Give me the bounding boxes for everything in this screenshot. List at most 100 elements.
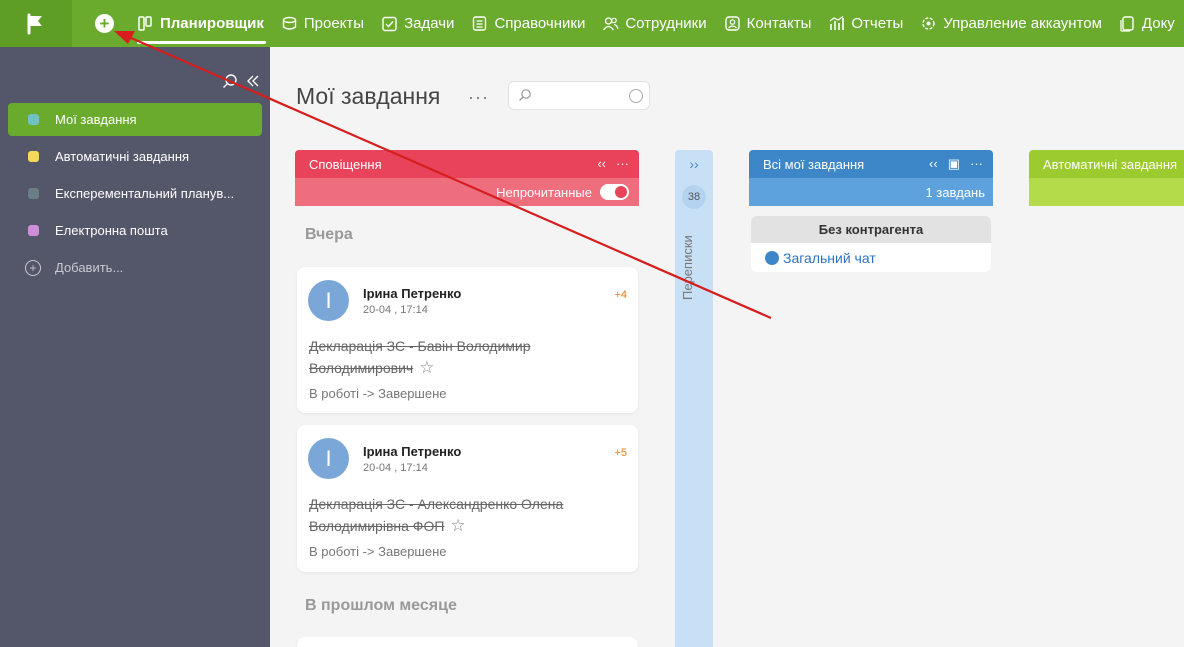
nav-item-employees[interactable]: Сотрудники [602, 0, 707, 47]
contractor-group-card: Без контрагента Загальний чат [751, 216, 991, 272]
nav-item-contacts[interactable]: Контакты [724, 0, 812, 47]
search-input[interactable] [537, 86, 621, 106]
filter-icon[interactable] [629, 89, 643, 103]
search-icon[interactable] [222, 73, 238, 89]
nav-item-reports[interactable]: Отчеты [828, 0, 903, 47]
more-options-icon[interactable]: ··· [970, 156, 983, 172]
nav-label: Управление аккаунтом [943, 15, 1102, 32]
sidebar-item-experimental-planner[interactable]: Експерементальний планув... [8, 177, 262, 210]
contacts-icon [724, 16, 740, 31]
card-author: Ірина Петренко [363, 444, 462, 459]
tasks-icon [382, 16, 397, 32]
nav-label: Доку [1141, 15, 1175, 32]
notifications-column-header: Сповіщення ‹‹ ··· Непрочитанные [295, 150, 639, 206]
unread-filter-label: Непрочитанные [496, 184, 592, 200]
group-label: В прошлом месяце [305, 597, 457, 614]
nav-item-account[interactable]: Управление аккаунтом [920, 0, 1102, 47]
color-dot-icon [28, 225, 39, 236]
nav-label: Планировщик [160, 15, 264, 32]
card-title[interactable]: Декларація ЗС - Бавін Володимир Володими… [309, 335, 599, 379]
sidebar-list: Мої завдання Автоматичні завдання Експер… [8, 103, 262, 288]
collapse-sidebar-icon[interactable] [246, 73, 260, 89]
column-title: Сповіщення [309, 156, 382, 172]
column-title: Всі мої завдання [763, 156, 865, 172]
nav-item-planner[interactable]: Планировщик [137, 0, 266, 47]
card-status: В роботі -> Завершене [309, 386, 447, 401]
column-title: Автоматичні завдання [1043, 156, 1178, 172]
my-tasks-column-header: Всі мої завдання ‹‹ ▣ ··· 1 завдань [749, 150, 993, 206]
search-icon [519, 89, 531, 101]
more-options-icon[interactable]: ··· [616, 156, 629, 171]
count-badge: 38 [682, 185, 706, 209]
card-count-badge: +5 [614, 447, 627, 459]
nav-item-directories[interactable]: Справочники [471, 0, 585, 47]
sidebar-item-label: Експерементальний планув... [55, 186, 235, 201]
sidebar-tools [222, 73, 260, 89]
card-date: 20-04 , 17:14 [363, 304, 428, 316]
nav-item-documents[interactable]: Доку [1119, 0, 1175, 47]
app-logo[interactable] [0, 0, 72, 47]
general-chat-link[interactable]: Загальний чат [751, 243, 991, 272]
color-dot-icon [28, 114, 39, 125]
card-title-text: Декларація ЗС - Александренко Олена Воло… [309, 496, 564, 534]
nav-label: Справочники [494, 15, 586, 32]
page-title: Мої завдання [296, 83, 441, 109]
logo-notch [72, 0, 88, 46]
star-icon[interactable]: ☆ [450, 515, 465, 537]
collapsed-column-chats[interactable]: ›› 38 Переписки [675, 150, 713, 647]
sidebar: Мої завдання Автоматичні завдання Експер… [0, 47, 270, 647]
collapse-column-icon[interactable]: ‹‹ [929, 156, 938, 172]
nav-label: Сотрудники [625, 15, 707, 32]
nav-label: Задачи [404, 15, 455, 32]
collapse-column-icon[interactable]: ‹‹ [597, 156, 606, 171]
sidebar-add-label: Добавить... [55, 260, 124, 275]
planner-icon [138, 16, 152, 31]
expand-column-icon[interactable]: ›› [675, 156, 713, 172]
color-dot-icon [28, 188, 39, 199]
card-count-badge: +4 [614, 289, 627, 301]
sidebar-item-label: Автоматичні завдання [55, 149, 190, 164]
sidebar-add-button[interactable]: + Добавить... [8, 251, 262, 284]
scan-icon[interactable]: ▣ [948, 156, 960, 172]
card-author: Ірина Петренко [363, 286, 462, 301]
documents-icon [1120, 16, 1134, 32]
reports-icon [830, 16, 845, 30]
avatar: І [308, 438, 349, 479]
notification-card[interactable] [297, 637, 638, 647]
plus-circle-icon: + [25, 259, 41, 276]
column-title: Переписки [680, 235, 695, 300]
search-field[interactable] [508, 81, 650, 110]
flag-icon [27, 13, 42, 34]
sidebar-item-auto-tasks[interactable]: Автоматичні завдання [8, 140, 262, 173]
projects-icon [282, 16, 297, 30]
sidebar-item-label: Мої завдання [55, 112, 137, 127]
add-button[interactable]: + [95, 14, 114, 33]
color-dot-icon [28, 151, 39, 162]
task-count: 1 завдань [925, 184, 985, 200]
chat-link-label: Загальний чат [783, 249, 876, 266]
group-label: Вчера [305, 226, 353, 243]
nav-label: Отчеты [851, 15, 904, 32]
unread-toggle[interactable] [600, 184, 629, 200]
notification-card[interactable]: І Ірина Петренко 20-04 , 17:14 +5 Деклар… [297, 425, 638, 572]
sidebar-item-label: Електронна пошта [55, 223, 168, 238]
top-navigation-bar: + Планировщик Проекты Задачи Справочники… [0, 0, 1184, 47]
nav-item-projects[interactable]: Проекты [281, 0, 364, 47]
notification-card[interactable]: І Ірина Петренко 20-04 , 17:14 +4 Деклар… [297, 267, 638, 413]
card-title[interactable]: Декларація ЗС - Александренко Олена Воло… [309, 493, 599, 537]
account-icon [922, 17, 935, 30]
more-options-icon[interactable]: ··· [468, 87, 489, 108]
auto-tasks-column-header: Автоматичні завдання [1029, 150, 1184, 206]
star-icon[interactable]: ☆ [419, 357, 434, 379]
avatar: І [308, 280, 349, 321]
nav-label: Проекты [303, 15, 365, 32]
contractor-group-title: Без контрагента [751, 216, 991, 243]
chat-icon [765, 250, 779, 265]
plus-icon: + [99, 14, 110, 33]
nav-label: Контакты [746, 15, 812, 32]
nav-item-tasks[interactable]: Задачи [381, 0, 454, 47]
sidebar-item-my-tasks[interactable]: Мої завдання [8, 103, 262, 136]
sidebar-item-email[interactable]: Електронна пошта [8, 214, 262, 247]
main-nav: Планировщик Проекты Задачи Справочники С… [137, 0, 1184, 47]
directories-icon [473, 16, 487, 31]
